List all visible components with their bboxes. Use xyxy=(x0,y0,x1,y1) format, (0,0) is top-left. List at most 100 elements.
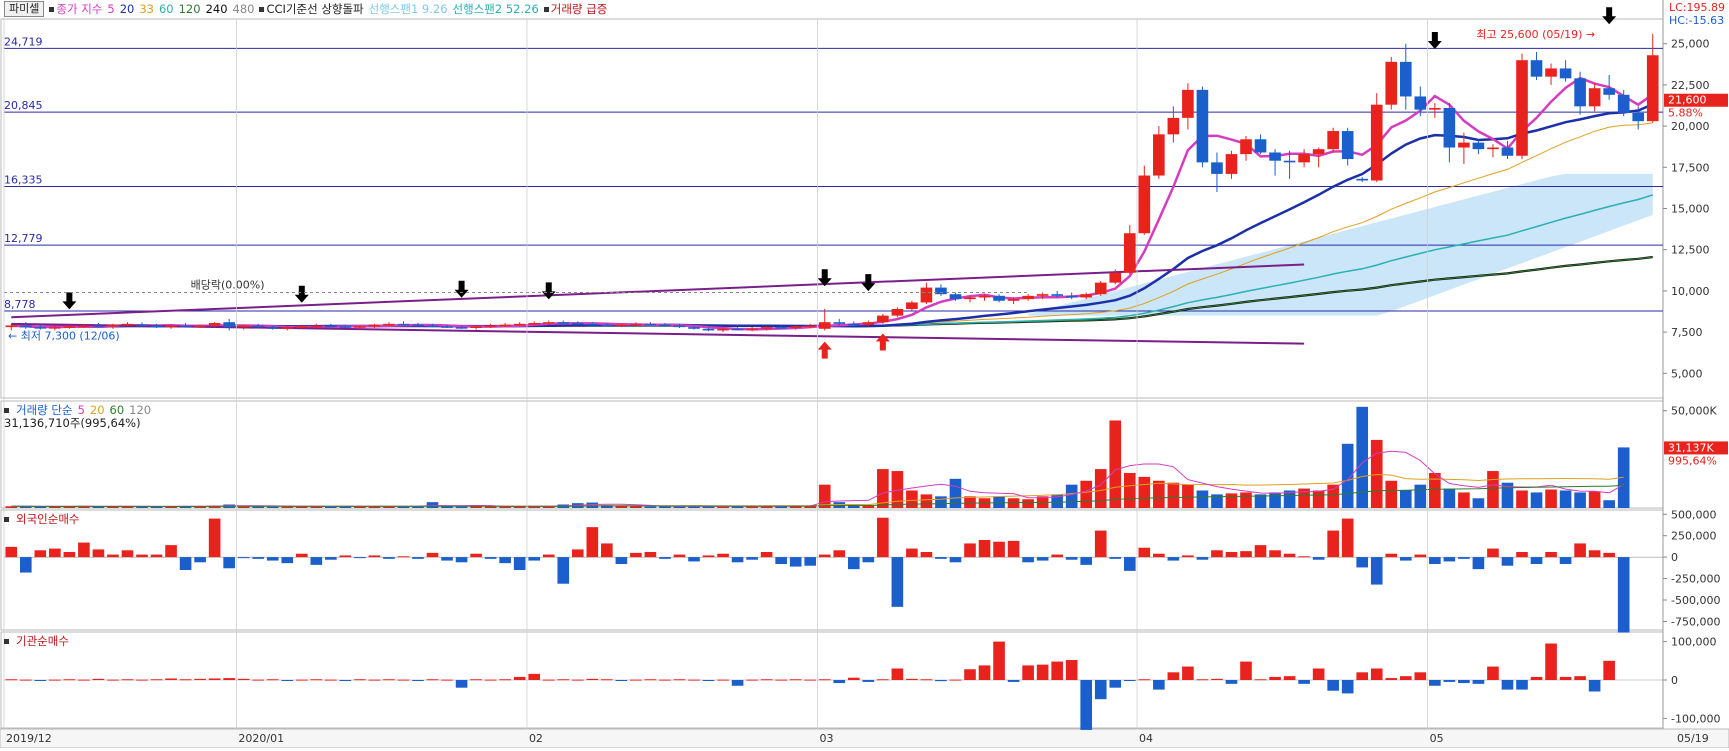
ytick-label: 250,000 xyxy=(1671,530,1717,543)
candle-body xyxy=(426,325,439,327)
bar xyxy=(978,665,991,680)
candle-body xyxy=(1530,60,1543,77)
candle-body xyxy=(455,327,468,329)
ma-60: 60 xyxy=(158,2,174,16)
candle-body xyxy=(1254,139,1267,153)
bar xyxy=(1225,680,1238,684)
bar xyxy=(1341,443,1354,508)
bar xyxy=(1138,476,1151,508)
bar xyxy=(63,679,76,681)
bar xyxy=(804,557,817,566)
bar xyxy=(1182,484,1194,508)
bar xyxy=(1196,679,1209,681)
bar xyxy=(1516,680,1528,690)
bar xyxy=(993,541,1005,558)
bar xyxy=(557,557,570,584)
foreign-pane[interactable]: 500,000 250,000 0 -250,000 -500,000 -750,000 xyxy=(4,508,1720,633)
bar xyxy=(1094,530,1107,558)
candle-body xyxy=(906,302,918,310)
bar xyxy=(877,517,889,558)
bar xyxy=(1123,472,1136,508)
bar xyxy=(1167,557,1180,561)
ytick-label: 500,000 xyxy=(1671,508,1717,521)
bar xyxy=(906,548,918,558)
candle-body xyxy=(1240,139,1252,155)
institution-pane[interactable]: 100,000 0 -100,000 xyxy=(4,636,1720,730)
bar xyxy=(688,557,700,562)
candle-body xyxy=(107,324,119,327)
lc-value: LC:195.89 xyxy=(1668,1,1725,14)
x-tick-label: 2019/12 xyxy=(6,732,52,745)
bar xyxy=(499,557,511,564)
bar xyxy=(833,550,846,558)
candle-body xyxy=(760,327,773,329)
bar xyxy=(818,679,831,681)
hc-value: HC:-15.63 xyxy=(1668,14,1725,27)
candle-body xyxy=(964,297,976,300)
bar xyxy=(1254,545,1267,558)
candle-body xyxy=(615,324,628,327)
candle-body xyxy=(1646,55,1659,122)
bar xyxy=(659,557,671,559)
price-ytick-label: 5,000 xyxy=(1671,367,1703,380)
price-ytick-label: 10,000 xyxy=(1671,285,1710,298)
candle-body xyxy=(1211,162,1223,174)
candle-body xyxy=(484,325,497,327)
candle-body xyxy=(528,323,541,325)
bar xyxy=(281,680,294,681)
bar xyxy=(34,550,47,558)
stock-tag[interactable]: 파미셀 xyxy=(4,1,45,17)
candle-body xyxy=(92,325,105,327)
bar xyxy=(1312,490,1325,508)
ma-120: 120 xyxy=(178,2,201,16)
bar xyxy=(789,679,802,681)
bar xyxy=(673,679,686,681)
bar xyxy=(1559,676,1572,680)
vol-surge-legend: 거래량 급증 xyxy=(543,1,607,17)
bar xyxy=(1458,492,1470,508)
bar xyxy=(1443,488,1456,508)
bar xyxy=(557,679,570,681)
candle-body xyxy=(121,323,134,326)
bar xyxy=(1065,484,1078,508)
bar xyxy=(630,679,642,681)
bar xyxy=(731,680,744,686)
candle-body xyxy=(397,323,410,326)
bar xyxy=(383,679,395,681)
bar xyxy=(1269,676,1281,680)
candle-body xyxy=(499,324,511,327)
bar xyxy=(586,678,599,680)
bar xyxy=(150,554,163,558)
bar xyxy=(310,679,323,681)
volume-summary: 31,136,710주(995,64%) xyxy=(4,416,141,430)
bar xyxy=(1080,480,1093,508)
bar xyxy=(426,679,439,681)
bar xyxy=(571,549,584,558)
candle-body xyxy=(252,325,265,328)
bar xyxy=(1327,484,1339,508)
candle-body xyxy=(78,325,90,327)
bar xyxy=(208,518,221,558)
bar xyxy=(1240,661,1252,680)
bar xyxy=(513,676,526,680)
ma-240: 240 xyxy=(205,2,228,16)
bar xyxy=(92,678,105,680)
bar xyxy=(1036,557,1049,561)
bar xyxy=(993,641,1005,680)
price-pane[interactable]: 25,000 22,500 20,000 17,500 15,000 12,500 10,0… xyxy=(4,7,1728,380)
volume-pane[interactable]: 50,000K 31,137K995,64% xyxy=(5,405,1728,508)
bar xyxy=(5,679,18,681)
bar xyxy=(542,554,555,558)
candle-body xyxy=(1167,117,1180,135)
candle-body xyxy=(295,326,308,328)
price-ytick-label: 7,500 xyxy=(1671,326,1703,339)
bar xyxy=(5,546,18,558)
bar xyxy=(1559,490,1572,508)
signal-down-arrow xyxy=(1427,31,1442,49)
candle-body xyxy=(368,324,381,327)
bar xyxy=(1603,552,1615,558)
low-annotation: ← 최저 7,300 (12/06) xyxy=(8,329,120,342)
candle-body xyxy=(702,328,715,331)
bar xyxy=(746,679,758,681)
stock-chart-svg[interactable]: 25,000 22,500 20,000 17,500 15,000 12,500 10,0… xyxy=(0,0,1729,749)
